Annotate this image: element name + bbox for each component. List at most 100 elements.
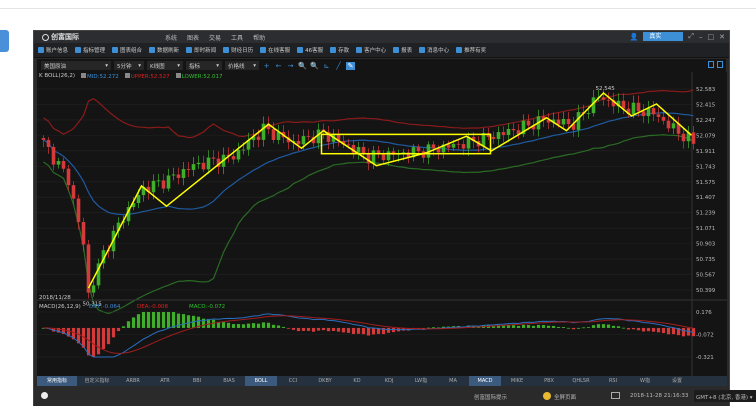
tab-dkby[interactable]: DKBY — [309, 376, 341, 386]
tab-atr[interactable]: ATR — [149, 376, 181, 386]
toolbar-icon — [297, 47, 304, 53]
tab-pbx[interactable]: PBX — [533, 376, 565, 386]
candle — [186, 169, 191, 170]
app-title: 创富国际 — [51, 33, 79, 41]
macd-histogram-bar — [591, 325, 596, 328]
tab-kd[interactable]: KD — [341, 376, 373, 386]
toolbar-item[interactable]: 图表组合 — [112, 46, 142, 54]
price-line-select[interactable]: 价格线 ▾ — [225, 61, 259, 70]
toolbar-item[interactable]: 账户信息 — [38, 46, 68, 54]
toolbar-item[interactable]: 推荐有奖 — [456, 46, 486, 54]
chart-area[interactable]: K BOLL(26,2) MID:52.272 UPPER:52.527 LOW… — [37, 72, 727, 385]
macd-histogram-bar — [641, 327, 646, 332]
toolbar-item[interactable]: 客户中心 — [356, 46, 386, 54]
tab-rsi[interactable]: RSI — [597, 376, 629, 386]
axis-icon[interactable]: ⊾ — [322, 62, 331, 70]
tab-kdj[interactable]: KDJ — [373, 376, 405, 386]
monitor-icon[interactable] — [611, 392, 620, 399]
macd-histogram-bar — [286, 327, 291, 329]
candle — [511, 128, 516, 131]
menu-item[interactable]: 帮助 — [253, 33, 265, 42]
macd-histogram-bar — [151, 312, 156, 328]
menu-item[interactable]: 图表 — [187, 33, 199, 42]
side-tab[interactable] — [0, 30, 9, 52]
toolbar-item[interactable]: 消息中心 — [419, 46, 449, 54]
zoom-out-icon[interactable]: 🔍 — [310, 62, 319, 70]
candle — [681, 133, 686, 142]
price-chart[interactable]: 52.583 52.415 52.247 52.079 51.911 51.743 51.5… — [37, 72, 727, 376]
tab-lw指[interactable]: LW指 — [405, 376, 437, 386]
account-mode-select[interactable]: 真实 — [643, 32, 684, 41]
tab-mike[interactable]: MIKE — [501, 376, 533, 386]
macd-histogram-bar — [146, 312, 151, 328]
timezone-select[interactable]: GMT+8 (北京, 香港) ▾ — [694, 390, 756, 402]
candle — [361, 146, 366, 153]
crosshair-icon[interactable]: + — [262, 62, 271, 70]
candle — [431, 144, 436, 149]
draw-line-icon[interactable]: ╱ — [334, 62, 343, 70]
toolbar-item[interactable]: 报表 — [393, 46, 412, 54]
candle — [56, 161, 61, 165]
macd-histogram-bar — [261, 322, 266, 328]
candle — [636, 102, 641, 112]
macd-histogram-bar — [511, 325, 516, 328]
close-icon[interactable]: ✕ — [719, 33, 725, 41]
tab-bbi[interactable]: BBI — [181, 376, 213, 386]
maximize-icon[interactable]: □ — [708, 33, 715, 41]
minimize-icon[interactable]: – — [699, 33, 703, 41]
notice-link[interactable]: 创富国际提示 — [474, 393, 507, 401]
arrow-left-icon[interactable]: ← — [274, 62, 283, 70]
macd-histogram-bar — [646, 327, 651, 332]
toolbar-item[interactable]: 在线客服 — [260, 46, 290, 54]
macd-histogram-bar — [171, 312, 176, 328]
symbol-select[interactable]: 美国原油 ▾ — [41, 61, 111, 70]
status-bar: 创富国际提示 全屏页面 2018-11-28 21:16:33 GMT+8 (北… — [34, 387, 756, 406]
tab-bias[interactable]: BIAS — [213, 376, 245, 386]
toolbar-icon — [356, 47, 363, 53]
tab-arbr[interactable]: ARBR — [117, 376, 149, 386]
menu-item[interactable]: 交易 — [209, 33, 221, 42]
menu-item[interactable]: 系统 — [165, 33, 177, 42]
tab-qhlsr[interactable]: QHLSR — [565, 376, 597, 386]
tab-cci[interactable]: CCI — [277, 376, 309, 386]
tab-常用指标[interactable]: 常用指标 — [37, 376, 77, 386]
macd-histogram-bar — [636, 327, 641, 331]
price-tick-label: 52.583 — [696, 87, 716, 93]
zoom-in-icon[interactable]: 🔍 — [298, 62, 307, 70]
toolbar-item[interactable]: 财经日历 — [223, 46, 253, 54]
toolbar-item[interactable]: 存款 — [330, 46, 349, 54]
menu-item[interactable]: 工具 — [231, 33, 243, 42]
price-tick-label: 52.415 — [696, 102, 716, 108]
fullscreen-button[interactable]: 全屏页面 — [554, 393, 576, 401]
pen-icon[interactable]: ✎ — [346, 61, 355, 70]
toolbar-item[interactable]: 即时新闻 — [186, 46, 216, 54]
period-select[interactable]: 5分钟 ▾ — [114, 61, 144, 70]
tab-macd[interactable]: MACD — [469, 376, 501, 386]
user-icon[interactable]: 👤 — [630, 33, 639, 41]
tab-设置[interactable]: 设置 — [661, 376, 693, 386]
candle — [181, 169, 186, 178]
tab-boll[interactable]: BOLL — [245, 376, 277, 386]
toolbar-label: 推荐有奖 — [464, 48, 487, 54]
layout-right-icon[interactable] — [717, 61, 723, 68]
arrow-right-icon[interactable]: → — [286, 62, 295, 70]
macd-histogram-bar — [296, 327, 301, 332]
toolbar-item[interactable]: 数据刷新 — [149, 46, 179, 54]
tab-自定义指标[interactable]: 自定义指标 — [77, 376, 117, 386]
tab-ma[interactable]: MA — [437, 376, 469, 386]
restore-icon[interactable]: ⤢ — [688, 32, 694, 41]
macd-histogram-bar — [371, 327, 376, 335]
macd-histogram-bar — [601, 324, 606, 328]
status-dot-icon — [41, 392, 48, 399]
price-tick-label: 51.239 — [696, 211, 716, 217]
chart-type-select[interactable]: K线图 ▾ — [147, 61, 183, 70]
indicator-select[interactable]: 指标 ▾ — [186, 61, 222, 70]
toolbar-item[interactable]: 46客服 — [297, 46, 323, 54]
layout-left-icon[interactable] — [708, 61, 714, 68]
candle — [651, 108, 656, 115]
tab-w指[interactable]: W指 — [629, 376, 661, 386]
candle — [66, 168, 71, 186]
toolbar-icon — [186, 47, 193, 53]
toolbar-item[interactable]: 指标管理 — [75, 46, 105, 54]
macd-histogram-bar — [256, 323, 261, 328]
